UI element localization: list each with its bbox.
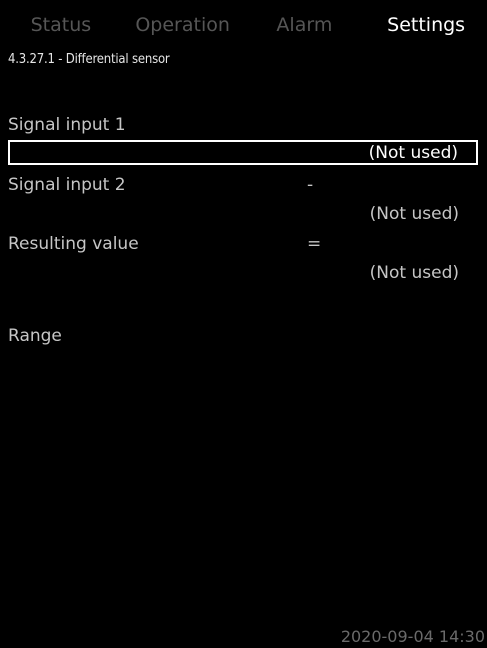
resulting-value-label: Resulting value xyxy=(8,234,139,254)
signal-input-2-value[interactable]: (Not used) xyxy=(370,204,459,224)
timestamp: 2020-09-04 14:30 xyxy=(340,627,485,646)
breadcrumb: 4.3.27.1 - Differential sensor xyxy=(8,52,170,67)
signal-input-2-label: Signal input 2 xyxy=(8,175,126,195)
equals-operator: = xyxy=(307,234,322,254)
resulting-value: (Not used) xyxy=(369,263,459,283)
tab-alarm[interactable]: Alarm xyxy=(244,0,366,50)
range-label[interactable]: Range xyxy=(8,326,62,346)
signal-input-1-value: (Not used) xyxy=(368,143,458,163)
tab-bar: Status Operation Alarm Settings xyxy=(0,0,487,50)
signal-input-1-label: Signal input 1 xyxy=(8,115,126,135)
tab-operation[interactable]: Operation xyxy=(122,0,244,50)
tab-status[interactable]: Status xyxy=(0,0,122,50)
signal-input-1-field[interactable]: (Not used) xyxy=(8,140,478,165)
tab-settings[interactable]: Settings xyxy=(365,0,487,50)
minus-operator: - xyxy=(307,175,314,195)
